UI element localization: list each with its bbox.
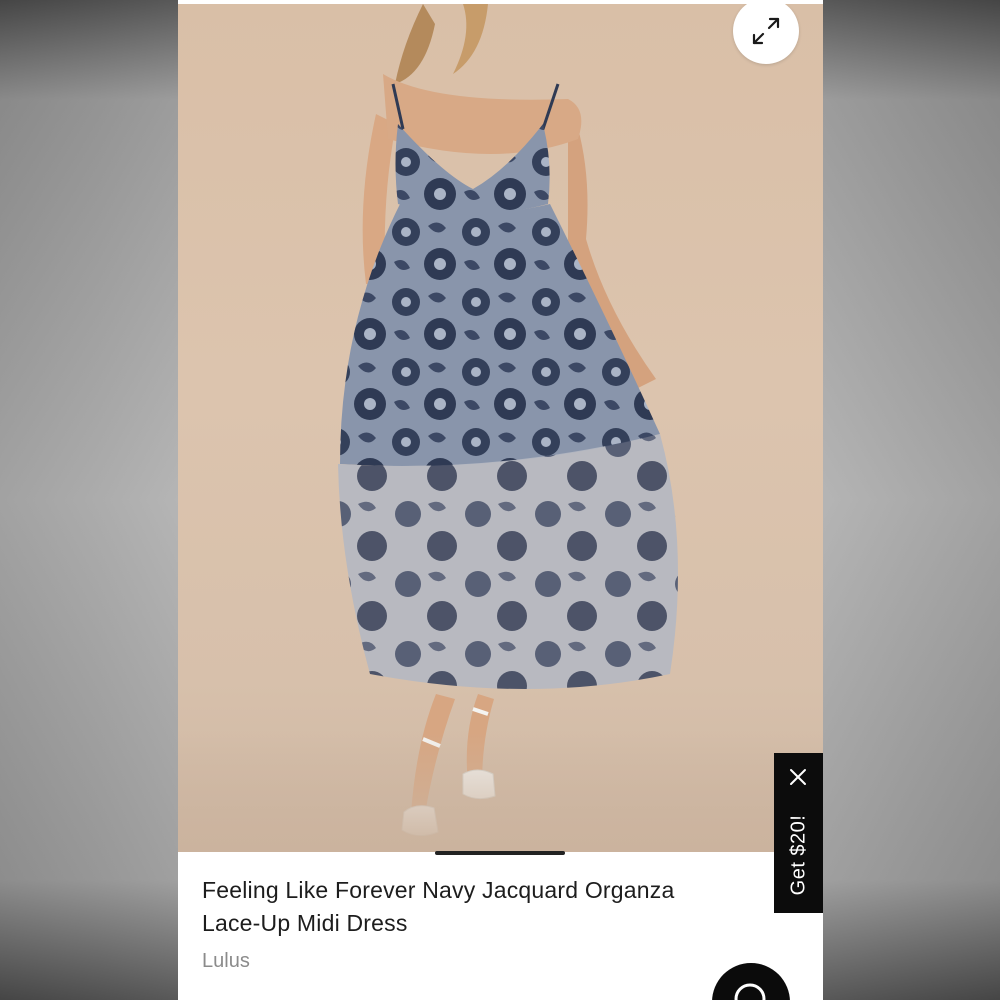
- floor-shadow: [178, 732, 823, 852]
- close-icon[interactable]: [786, 765, 810, 789]
- background-blur-left: [0, 0, 178, 1000]
- product-photo[interactable]: [178, 4, 823, 852]
- expand-arrows-icon: [752, 17, 780, 45]
- search-icon: [734, 983, 766, 1000]
- product-title-line-1: Feeling Like Forever Navy Jacquard Organ…: [202, 877, 675, 903]
- background-blur-right: [823, 0, 1000, 1000]
- product-brand[interactable]: Lulus: [202, 950, 250, 973]
- product-title-line-2: Lace-Up Midi Dress: [202, 910, 408, 936]
- product-title: Feeling Like Forever Navy Jacquard Organ…: [202, 874, 782, 940]
- image-carousel-indicator: [435, 851, 565, 855]
- promo-tab[interactable]: Get $20!: [774, 753, 823, 913]
- search-button[interactable]: [712, 963, 790, 1000]
- promo-label[interactable]: Get $20!: [787, 815, 810, 896]
- product-page: Feeling Like Forever Navy Jacquard Organ…: [178, 0, 823, 1000]
- dress-model-illustration: [338, 4, 678, 836]
